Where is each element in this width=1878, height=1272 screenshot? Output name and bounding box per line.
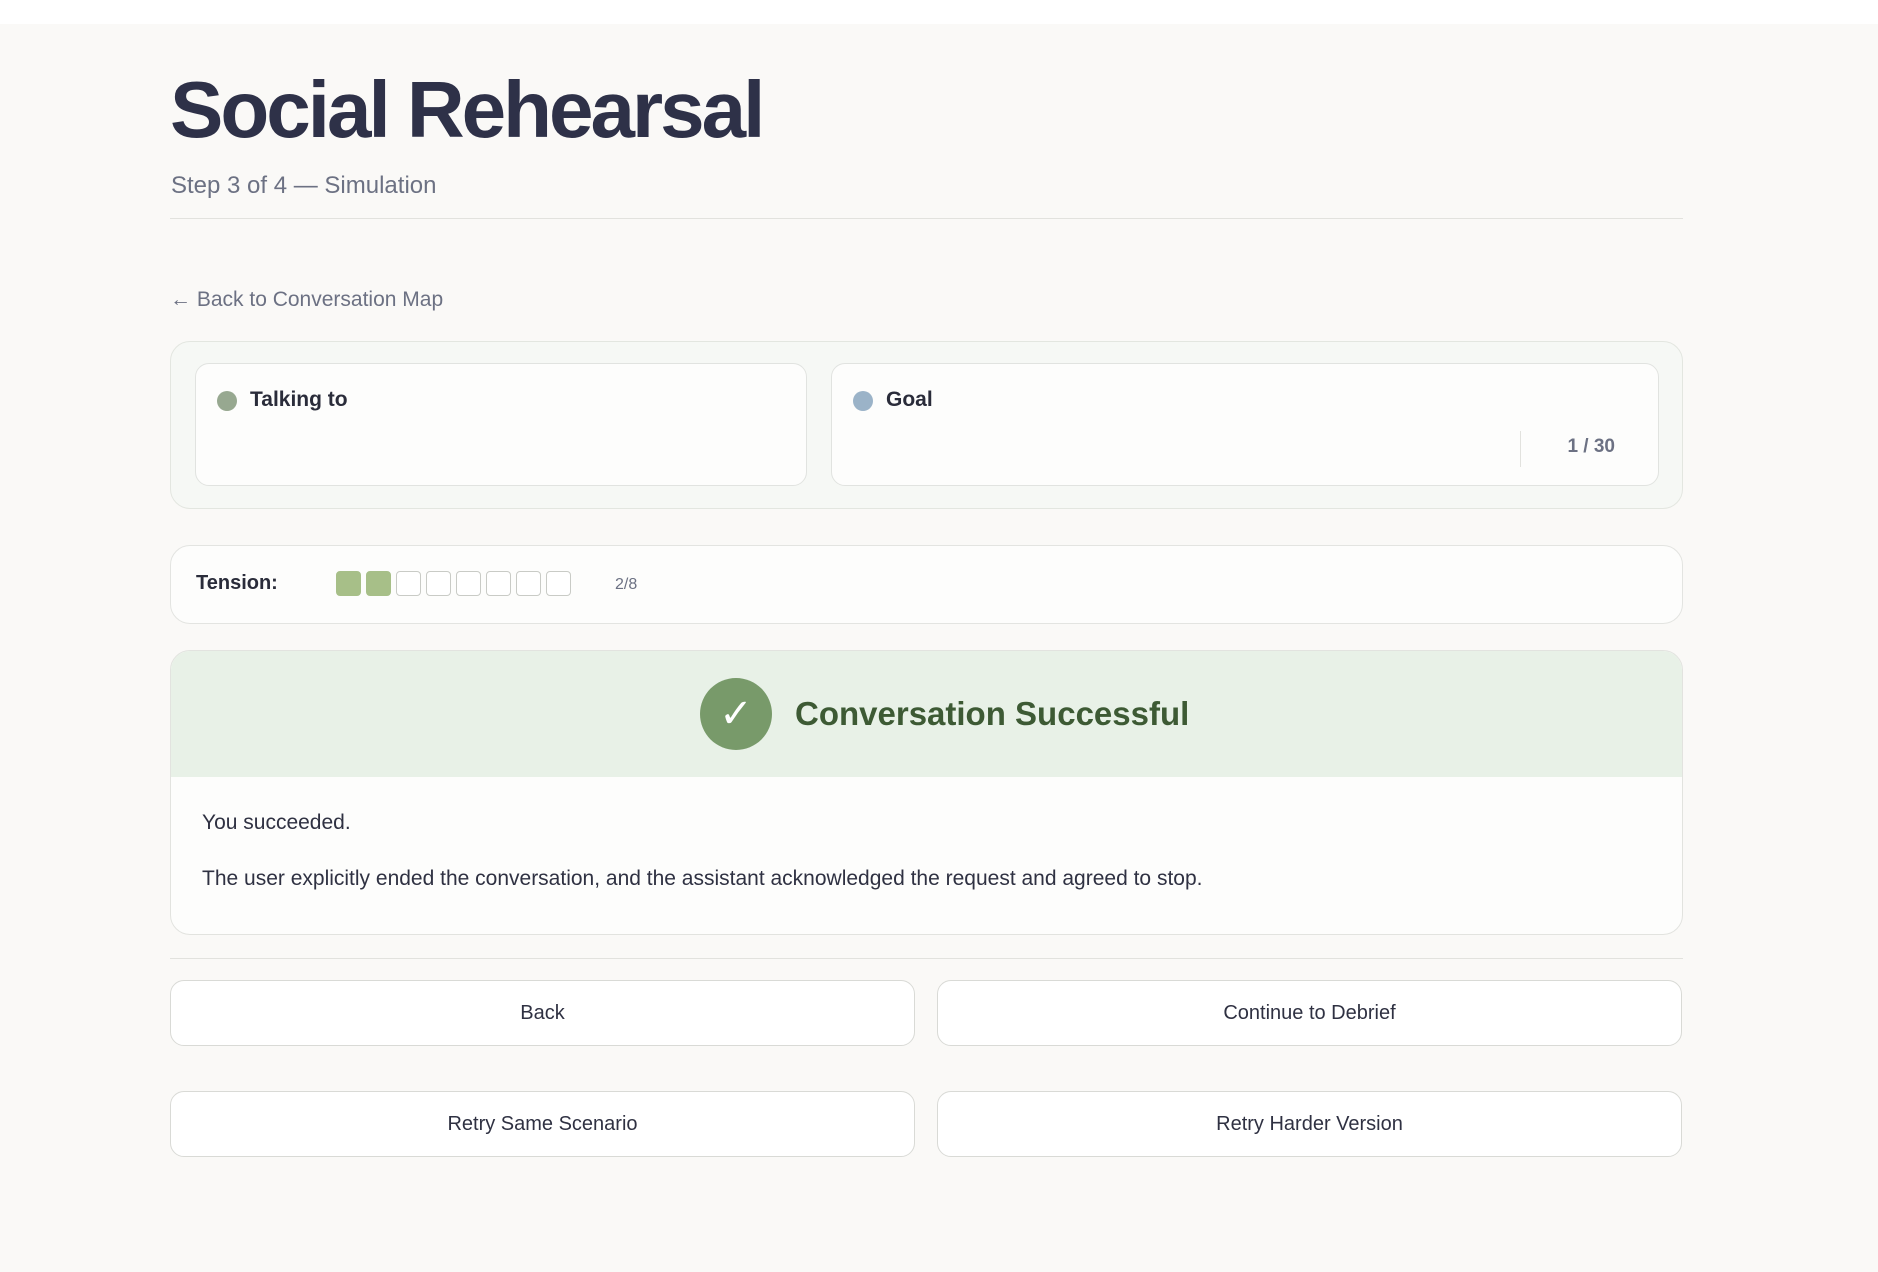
back-button[interactable]: Back	[170, 980, 915, 1046]
back-to-map-link[interactable]: ← Back to Conversation Map	[170, 288, 443, 312]
goal-label: Goal	[886, 388, 933, 411]
tension-panel: Tension: 2/8	[170, 545, 1683, 624]
tension-segment-filled	[336, 571, 361, 596]
tension-count: 2/8	[615, 576, 638, 593]
tension-segment-empty	[546, 571, 571, 596]
tension-meter	[336, 571, 571, 596]
result-title: Conversation Successful	[795, 695, 1190, 732]
talking-to-label: Talking to	[250, 388, 348, 411]
checkmark-icon: ✓	[700, 678, 772, 750]
tension-segment-filled	[366, 571, 391, 596]
turn-counter-divider	[1520, 431, 1521, 467]
talking-to-card: Talking to	[195, 363, 807, 486]
continue-to-debrief-button[interactable]: Continue to Debrief	[937, 980, 1682, 1046]
goal-dot-icon	[853, 391, 873, 411]
result-card: ✓ Conversation Successful You succeeded.…	[170, 650, 1683, 935]
header-divider	[170, 218, 1683, 219]
tension-segment-empty	[426, 571, 451, 596]
tension-segment-empty	[486, 571, 511, 596]
retry-same-scenario-button[interactable]: Retry Same Scenario	[170, 1091, 915, 1157]
result-banner: ✓ Conversation Successful	[171, 651, 1682, 777]
step-indicator: Step 3 of 4 — Simulation	[171, 172, 437, 199]
actions-divider	[170, 958, 1683, 959]
retry-harder-version-button[interactable]: Retry Harder Version	[937, 1091, 1682, 1157]
turn-counter: 1 / 30	[1567, 436, 1615, 457]
tension-segment-empty	[396, 571, 421, 596]
tension-segment-empty	[456, 571, 481, 596]
result-summary: You succeeded.	[202, 811, 351, 834]
scenario-info-panel: Talking to Goal 1 / 30	[170, 341, 1683, 509]
page-background: Social Rehearsal Step 3 of 4 — Simulatio…	[0, 24, 1878, 1272]
result-explanation: The user explicitly ended the conversati…	[202, 867, 1203, 890]
talking-to-dot-icon	[217, 391, 237, 411]
tension-segment-empty	[516, 571, 541, 596]
goal-card: Goal 1 / 30	[831, 363, 1659, 486]
page-title: Social Rehearsal	[170, 65, 765, 154]
tension-label: Tension:	[196, 572, 278, 594]
